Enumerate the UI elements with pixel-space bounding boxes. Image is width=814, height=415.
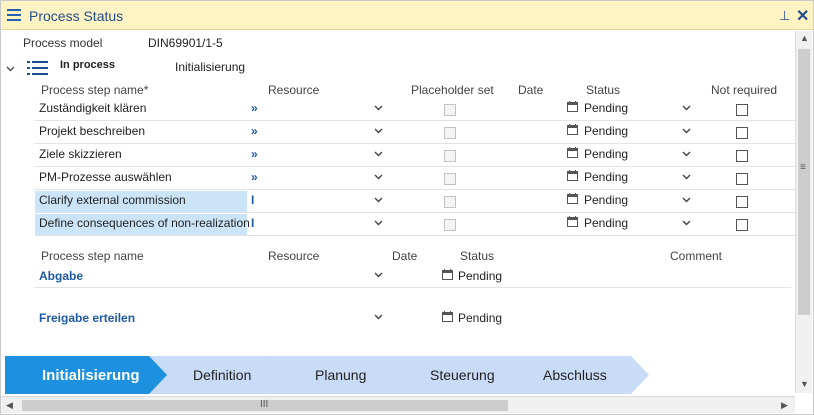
scroll-down-icon[interactable]: ▼ — [800, 379, 809, 389]
resource-marker[interactable]: » — [251, 147, 258, 161]
not-required-checkbox[interactable] — [736, 150, 748, 162]
resource-dropdown-icon[interactable] — [374, 220, 383, 228]
col-header-not-required: Not required — [711, 83, 778, 97]
collapse-chevron-icon[interactable] — [6, 61, 16, 72]
step-name[interactable]: Projekt beschreiben — [39, 124, 145, 138]
status-dropdown-icon[interactable] — [682, 105, 691, 113]
scroll-grip-icon: ≡ — [800, 162, 806, 173]
phase-step-label: Initialisierung — [42, 367, 140, 384]
step-name[interactable]: Ziele skizzieren — [39, 147, 122, 161]
phase-step-label: Planung — [315, 367, 367, 383]
status-dropdown-icon[interactable] — [682, 128, 691, 136]
calendar-icon[interactable] — [567, 216, 578, 227]
status-value: Pending — [584, 170, 629, 184]
pin-icon[interactable]: ⊥ — [779, 8, 790, 24]
status-dropdown-icon[interactable] — [682, 220, 691, 228]
scroll-up-icon[interactable]: ▲ — [800, 33, 809, 43]
status-value: Pending — [584, 193, 629, 207]
calendar-icon[interactable] — [567, 101, 578, 112]
placeholder-checkbox — [444, 219, 456, 231]
title-bar: Process Status ⊥ ✕ — [1, 1, 813, 30]
placeholder-checkbox — [444, 150, 456, 162]
col-header-resource: Resource — [268, 83, 320, 97]
group-phase: Initialisierung — [175, 60, 246, 74]
resource-marker[interactable]: I — [251, 216, 254, 230]
phase-step-abschluss[interactable]: Abschluss — [499, 356, 649, 394]
status-value: Pending — [584, 124, 629, 138]
menu-icon[interactable] — [7, 9, 21, 21]
phase-step-label: Abschluss — [543, 367, 607, 383]
resource-dropdown-icon[interactable] — [374, 197, 383, 205]
scroll-right-icon[interactable]: ▶ — [781, 400, 788, 411]
status-value: Pending — [458, 311, 503, 325]
resource-marker[interactable]: » — [251, 101, 258, 115]
col-header-status: Status — [586, 83, 621, 97]
status-value: Pending — [458, 269, 503, 283]
status-dropdown-icon[interactable] — [682, 197, 691, 205]
resource-marker[interactable]: » — [251, 124, 258, 138]
scroll-left-icon[interactable]: ◀ — [6, 400, 13, 411]
resource-marker[interactable]: » — [251, 170, 258, 184]
step-name[interactable]: Clarify external commission — [39, 193, 186, 207]
placeholder-checkbox — [444, 196, 456, 208]
process-model-label: Process model — [23, 36, 103, 50]
col2-header-name: Process step name — [41, 249, 144, 263]
phase-step-definition[interactable]: Definition — [149, 356, 289, 394]
status-value: Pending — [584, 147, 629, 161]
not-required-checkbox[interactable] — [736, 196, 748, 208]
vertical-scrollbar[interactable]: ▲ ≡ ▼ — [795, 31, 812, 393]
placeholder-checkbox — [444, 127, 456, 139]
group-label: In process — [60, 59, 116, 71]
step-name[interactable]: PM-Prozesse auswählen — [39, 170, 172, 184]
placeholder-checkbox — [444, 173, 456, 185]
status-dropdown-icon[interactable] — [682, 174, 691, 182]
col-header-name: Process step name* — [41, 83, 149, 97]
phase-step-label: Definition — [193, 367, 252, 383]
process-model-value: DIN69901/1-5 — [148, 36, 223, 50]
not-required-checkbox[interactable] — [736, 127, 748, 139]
resource-dropdown-icon[interactable] — [374, 151, 383, 159]
phase-step-initialisierung[interactable]: Initialisierung — [5, 356, 169, 394]
col-header-placeholder: Placeholder set — [411, 83, 494, 97]
list-icon — [27, 59, 49, 77]
resource-marker[interactable]: I — [251, 193, 254, 207]
col2-header-date: Date — [392, 249, 418, 263]
status-dropdown-icon[interactable] — [682, 151, 691, 159]
status-value: Pending — [584, 101, 629, 115]
col-header-date: Date — [518, 83, 544, 97]
step-name[interactable]: Define consequences of non-realization — [39, 216, 250, 230]
resource-dropdown-icon[interactable] — [374, 105, 383, 113]
status-value: Pending — [584, 216, 629, 230]
process-status-window: Process Status ⊥ ✕ Process model DIN6990… — [0, 0, 814, 415]
placeholder-checkbox — [444, 104, 456, 116]
not-required-checkbox[interactable] — [736, 173, 748, 185]
calendar-icon[interactable] — [567, 193, 578, 204]
calendar-icon[interactable] — [567, 147, 578, 158]
calendar-icon[interactable] — [442, 311, 453, 322]
calendar-icon[interactable] — [567, 124, 578, 135]
window-title: Process Status — [29, 8, 124, 24]
scroll-grip-icon: III — [260, 399, 269, 410]
resource-dropdown-icon[interactable] — [374, 128, 383, 136]
col2-header-resource: Resource — [268, 249, 320, 263]
resource-dropdown-icon[interactable] — [374, 174, 383, 182]
not-required-checkbox[interactable] — [736, 219, 748, 231]
horizontal-scrollbar[interactable]: ◀ III ▶ — [1, 396, 795, 413]
calendar-icon[interactable] — [442, 269, 453, 280]
vertical-scroll-thumb[interactable] — [798, 49, 810, 315]
calendar-icon[interactable] — [567, 170, 578, 181]
col2-header-comment: Comment — [670, 249, 723, 263]
resource-dropdown-icon[interactable] — [374, 272, 383, 280]
resource-dropdown-icon[interactable] — [374, 314, 383, 322]
not-required-checkbox[interactable] — [736, 104, 748, 116]
phase-step-label: Steuerung — [430, 367, 495, 383]
step-link-freigabe[interactable]: Freigabe erteilen — [39, 311, 135, 325]
step-link-abgabe[interactable]: Abgabe — [39, 269, 83, 283]
col2-header-status: Status — [460, 249, 495, 263]
close-icon[interactable]: ✕ — [796, 6, 809, 26]
step-name[interactable]: Zuständigkeit klären — [39, 101, 146, 115]
